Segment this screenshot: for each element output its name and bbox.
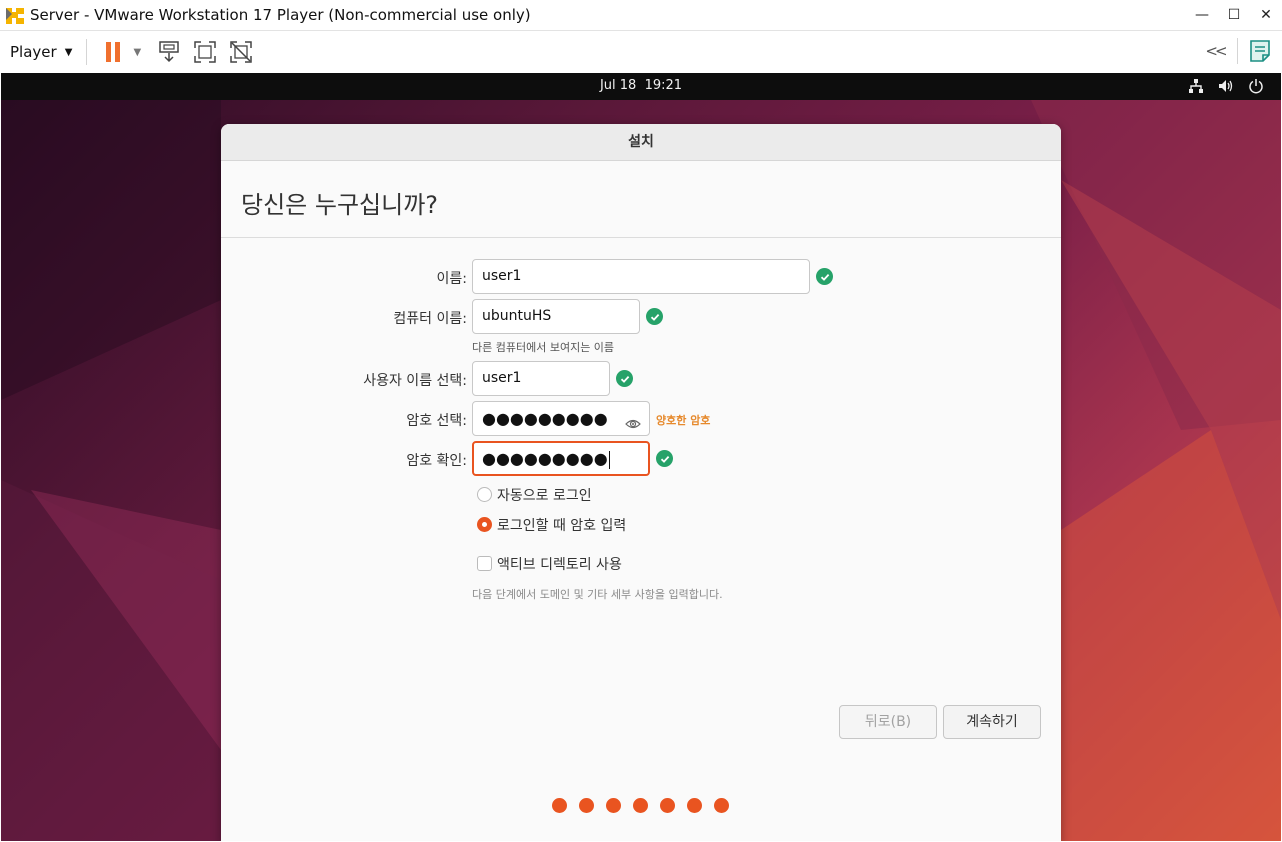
name-label: 이름: [436,271,467,287]
maximize-button[interactable]: ☐ [1218,0,1250,30]
vmware-toolbar: Player ▼ ▼ << [0,31,1282,73]
pause-button[interactable] [99,38,127,66]
ubuntu-top-bar: Jul 18 19:21 [1,73,1281,100]
send-ctrl-alt-del-button[interactable] [155,38,183,66]
active-directory-label[interactable]: 액티브 디렉토리 사용 [497,554,622,574]
password-input[interactable]: ●●●●●●●●● [472,401,650,436]
installation-progress [552,798,729,813]
installer-dialog: 설치 당신은 누구십니까? 이름: user1 컴퓨터 이름: ubuntuHS… [221,124,1061,841]
computer-name-input[interactable]: ubuntuHS [472,299,640,334]
player-menu-label: Player [10,43,57,61]
confirm-password-valid-check-icon [656,450,673,467]
vmware-logo-icon [4,4,26,26]
progress-dot [579,798,594,813]
unity-icon [230,41,253,63]
dropdown-arrow-icon: ▼ [133,46,142,58]
system-tray[interactable] [1187,77,1265,95]
player-menu-button[interactable]: Player ▼ [10,43,72,61]
password-label: 암호 선택: [406,413,467,429]
password-strength-label: 양호한 암호 [656,414,711,427]
dialog-title: 설치 [221,124,1061,161]
volume-icon[interactable] [1217,77,1235,95]
confirm-password-input[interactable]: ●●●●●●●●● [472,441,650,476]
progress-dot [606,798,621,813]
toolbar-divider [1237,38,1238,64]
computer-name-valid-check-icon [646,308,663,325]
full-screen-button[interactable] [191,38,219,66]
continue-button[interactable]: 계속하기 [943,705,1041,739]
progress-dot [660,798,675,813]
window-controls: — ☐ ✕ [1186,0,1282,30]
toolbar-right: << [1201,37,1274,65]
auto-login-radio[interactable] [477,487,492,502]
progress-dot [552,798,567,813]
pause-icon [106,42,121,62]
pause-options-button[interactable]: ▼ [129,38,145,66]
window-title: Server - VMware Workstation 17 Player (N… [30,6,531,24]
network-icon[interactable] [1187,77,1205,95]
name-input[interactable]: user1 [472,259,810,294]
page-title: 당신은 누구십니까? [221,161,1061,238]
chevron-down-icon: ▼ [64,46,73,58]
full-screen-icon [194,41,217,63]
notes-button[interactable] [1246,37,1274,65]
back-button[interactable]: 뒤로(B) [839,705,937,739]
progress-dot [633,798,648,813]
close-button[interactable]: ✕ [1250,0,1282,30]
collapse-toolbar-button[interactable]: << [1201,37,1229,65]
name-valid-check-icon [816,268,833,285]
username-valid-check-icon [616,370,633,387]
password-masked-value: ●●●●●●●●● [482,409,608,428]
collapse-toolbar-icon: << [1205,42,1227,60]
progress-dot [714,798,729,813]
require-password-radio[interactable] [477,517,492,532]
computer-name-hint: 다른 컴퓨터에서 보여지는 이름 [472,341,615,354]
power-icon[interactable] [1247,77,1265,95]
text-cursor [608,451,610,469]
minimize-button[interactable]: — [1186,0,1218,30]
clock[interactable]: Jul 18 19:21 [1,78,1281,93]
active-directory-checkbox[interactable] [477,556,492,571]
notes-icon [1250,40,1270,62]
username-input[interactable]: user1 [472,361,610,396]
show-password-eye-icon[interactable] [625,411,641,429]
auto-login-label[interactable]: 자동으로 로그인 [497,485,592,505]
confirm-password-label: 암호 확인: [406,453,467,469]
progress-dot [687,798,702,813]
require-password-label[interactable]: 로그인할 때 암호 입력 [497,515,626,535]
guest-display[interactable]: Jul 18 19:21 설치 당신은 누구십니까? 이름: user1 컴퓨터… [1,73,1281,841]
confirm-password-masked-value: ●●●●●●●●● [482,449,608,468]
active-directory-note: 다음 단계에서 도메인 및 기타 세부 사항을 입력합니다. [472,588,723,601]
window-titlebar: Server - VMware Workstation 17 Player (N… [0,0,1282,31]
unity-button[interactable] [227,38,255,66]
send-ctrl-alt-del-icon [159,41,180,63]
computer-name-label: 컴퓨터 이름: [393,311,467,327]
username-label: 사용자 이름 선택: [363,373,467,389]
toolbar-divider [86,39,88,65]
